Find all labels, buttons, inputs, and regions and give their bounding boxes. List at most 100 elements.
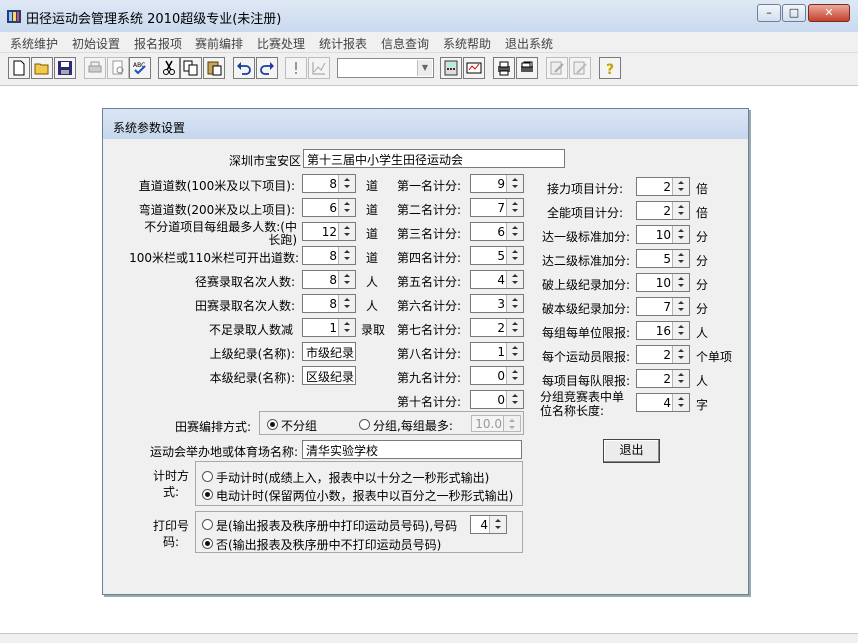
spinner-arrows-icon[interactable] — [503, 416, 520, 431]
spinner-arrows-icon[interactable] — [672, 394, 689, 411]
menu-init-settings[interactable]: 初始设置 — [72, 35, 120, 52]
print-yes-radio[interactable] — [202, 519, 213, 530]
spinner-arrows-icon[interactable] — [506, 271, 523, 288]
field-mode-grouped-label[interactable]: 分组,每组最多: — [373, 417, 453, 434]
place-5-spinner[interactable]: 4 — [470, 270, 524, 289]
venue-input[interactable]: 清华实验学校 — [302, 440, 522, 459]
straight-lanes-spinner[interactable]: 8 — [302, 174, 356, 193]
timing-electronic-label[interactable]: 电动计时(保留两位小数，报表中以百分之一秒形式输出) — [216, 487, 513, 504]
spinner-arrows-icon[interactable] — [338, 319, 355, 336]
menu-system-maintain[interactable]: 系统维护 — [10, 35, 58, 52]
place-7-spinner[interactable]: 2 — [470, 318, 524, 337]
field-mode-ungrouped-label[interactable]: 不分组 — [281, 417, 317, 434]
spinner-arrows-icon[interactable] — [672, 298, 689, 315]
spinner-arrows-icon[interactable] — [672, 274, 689, 291]
paste-button[interactable] — [203, 57, 225, 79]
spinner-arrows-icon[interactable] — [338, 271, 355, 288]
help-button[interactable]: ? — [599, 57, 621, 79]
place-10-spinner[interactable]: 0 — [470, 390, 524, 409]
field-places-spinner[interactable]: 8 — [302, 294, 356, 313]
report-button[interactable] — [463, 57, 485, 79]
edit-disabled-button[interactable] — [546, 57, 568, 79]
spinner-arrows-icon[interactable] — [489, 516, 506, 533]
spinner-arrows-icon[interactable] — [672, 370, 689, 387]
spinner-arrows-icon[interactable] — [672, 178, 689, 195]
combined-score-spinner[interactable]: 2 — [636, 201, 690, 220]
place-4-spinner[interactable]: 5 — [470, 246, 524, 265]
spinner-arrows-icon[interactable] — [338, 247, 355, 264]
spinner-arrows-icon[interactable] — [506, 223, 523, 240]
shortfall-spinner[interactable]: 1 — [302, 318, 356, 337]
menu-registration[interactable]: 报名报项 — [134, 35, 182, 52]
spinner-arrows-icon[interactable] — [672, 226, 689, 243]
timing-electronic-radio[interactable] — [202, 489, 213, 500]
place-3-spinner[interactable]: 6 — [470, 222, 524, 241]
spinner-arrows-icon[interactable] — [338, 295, 355, 312]
place-2-spinner[interactable]: 7 — [470, 198, 524, 217]
spinner-arrows-icon[interactable] — [338, 199, 355, 216]
spinner-arrows-icon[interactable] — [338, 175, 355, 192]
print-no-label[interactable]: 否(输出报表及秩序册中不打印运动员号码) — [216, 536, 441, 553]
spinner-arrows-icon[interactable] — [338, 223, 355, 240]
print-button[interactable] — [84, 57, 106, 79]
field-mode-max-spinner[interactable]: 10.0 — [471, 415, 521, 432]
spinner-arrows-icon[interactable] — [672, 202, 689, 219]
cut-button[interactable] — [158, 57, 180, 79]
save-button[interactable] — [54, 57, 76, 79]
chevron-down-icon[interactable]: ▼ — [417, 60, 432, 76]
menu-pre-schedule[interactable]: 赛前编排 — [195, 35, 243, 52]
place-9-spinner[interactable]: 0 — [470, 366, 524, 385]
per-event-team-limit-spinner[interactable]: 2 — [636, 369, 690, 388]
meet-name-input[interactable]: 第十三届中小学生田径运动会 — [303, 149, 565, 168]
track-places-spinner[interactable]: 8 — [302, 270, 356, 289]
place-1-spinner[interactable]: 9 — [470, 174, 524, 193]
spinner-arrows-icon[interactable] — [506, 319, 523, 336]
unit-name-length-spinner[interactable]: 4 — [636, 393, 690, 412]
maximize-button[interactable]: □ — [782, 4, 806, 22]
spinner-arrows-icon[interactable] — [506, 175, 523, 192]
max-per-group-spinner[interactable]: 12 — [302, 222, 356, 241]
calculator-button[interactable] — [440, 57, 462, 79]
print-no-radio[interactable] — [202, 538, 213, 549]
field-mode-ungrouped-radio[interactable] — [267, 419, 278, 430]
spinner-arrows-icon[interactable] — [672, 250, 689, 267]
undo-button[interactable] — [233, 57, 255, 79]
alert-button[interactable] — [285, 57, 307, 79]
timing-manual-radio[interactable] — [202, 471, 213, 482]
close-button[interactable]: ✕ — [808, 4, 850, 22]
spinner-arrows-icon[interactable] — [506, 199, 523, 216]
level2-bonus-spinner[interactable]: 5 — [636, 249, 690, 268]
timing-manual-label[interactable]: 手动计时(成绩上入，报表中以十分之一秒形式输出) — [216, 469, 489, 486]
spinner-arrows-icon[interactable] — [672, 346, 689, 363]
write-disabled-button[interactable] — [569, 57, 591, 79]
print-yes-label[interactable]: 是(输出报表及秩序册中打印运动员号码),号码 — [216, 517, 457, 534]
place-6-spinner[interactable]: 3 — [470, 294, 524, 313]
hurdle-lanes-spinner[interactable]: 8 — [302, 246, 356, 265]
exit-button[interactable]: 退出 — [603, 439, 660, 463]
redo-button[interactable] — [256, 57, 278, 79]
menu-query[interactable]: 信息查询 — [381, 35, 429, 52]
local-record-bonus-spinner[interactable]: 7 — [636, 297, 690, 316]
place-8-spinner[interactable]: 1 — [470, 342, 524, 361]
chart-button[interactable] — [308, 57, 330, 79]
menu-competition[interactable]: 比赛处理 — [257, 35, 305, 52]
preview-button[interactable] — [107, 57, 129, 79]
field-mode-grouped-radio[interactable] — [359, 419, 370, 430]
spinner-arrows-icon[interactable] — [506, 391, 523, 408]
copy-button[interactable] — [180, 57, 202, 79]
spell-check-button[interactable]: ABC — [129, 57, 151, 79]
toolbar-combo[interactable]: ▼ — [337, 58, 434, 78]
per-unit-limit-spinner[interactable]: 16 — [636, 321, 690, 340]
open-button[interactable] — [31, 57, 53, 79]
spinner-arrows-icon[interactable] — [672, 322, 689, 339]
menu-exit[interactable]: 退出系统 — [505, 35, 553, 52]
batch-print-button[interactable] — [516, 57, 538, 79]
record-upper-input[interactable]: 市级纪录 — [302, 342, 356, 361]
minimize-button[interactable]: – — [757, 4, 781, 22]
relay-score-spinner[interactable]: 2 — [636, 177, 690, 196]
level1-bonus-spinner[interactable]: 10 — [636, 225, 690, 244]
print-number-spinner[interactable]: 4 — [470, 515, 507, 534]
print-setup-button[interactable] — [493, 57, 515, 79]
record-local-input[interactable]: 区级纪录 — [302, 366, 356, 385]
spinner-arrows-icon[interactable] — [506, 343, 523, 360]
